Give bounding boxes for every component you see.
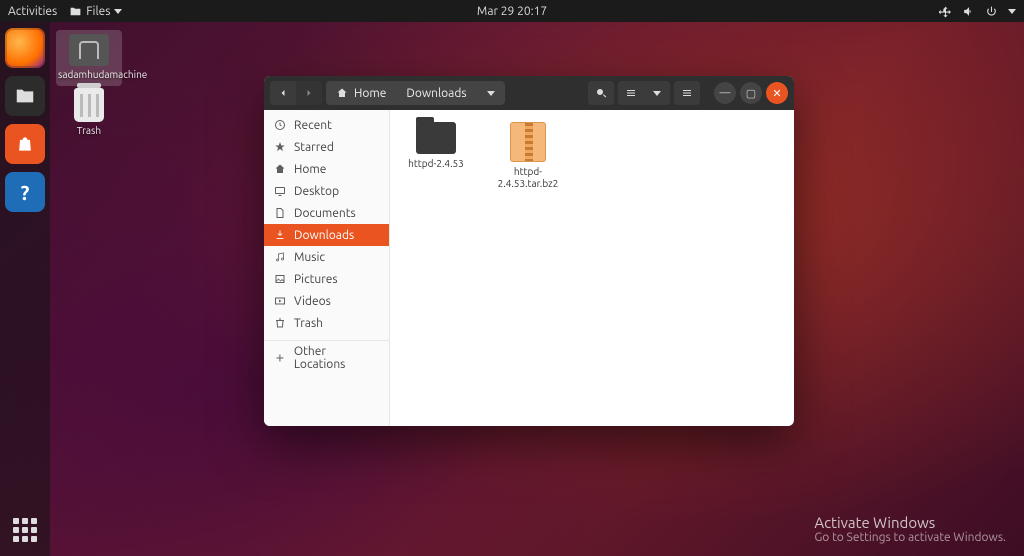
file-label: httpd-2.4.53.tar.bz2 — [496, 166, 560, 190]
sidebar-item-label: Videos — [294, 295, 331, 308]
view-list-button[interactable] — [618, 81, 644, 105]
power-icon — [985, 5, 998, 18]
sidebar-item-starred[interactable]: Starred — [264, 136, 389, 158]
sidebar-item-label: Starred — [294, 141, 334, 154]
desktop-icon — [274, 185, 286, 197]
sidebar-item-downloads[interactable]: Downloads — [264, 224, 389, 246]
app-menu[interactable]: Files — [69, 5, 122, 18]
sidebar-item-label: Recent — [294, 119, 332, 132]
files-window: Home Downloads — ▢ ✕ Recent Starred Home… — [264, 76, 794, 426]
folder-icon — [416, 122, 456, 154]
window-minimize-button[interactable]: — — [714, 82, 736, 104]
sidebar-item-label: Downloads — [294, 229, 354, 242]
breadcrumb-current[interactable]: Downloads — [396, 81, 476, 105]
dock-software[interactable] — [5, 124, 45, 164]
plus-icon — [274, 352, 286, 364]
trash-icon — [274, 317, 286, 329]
chevron-down-icon — [653, 91, 661, 96]
sidebar-item-desktop[interactable]: Desktop — [264, 180, 389, 202]
dock-firefox[interactable] — [5, 28, 45, 68]
sidebar-item-home[interactable]: Home — [264, 158, 389, 180]
star-icon — [274, 141, 286, 153]
volume-icon — [962, 5, 975, 18]
file-item-folder[interactable]: httpd-2.4.53 — [404, 122, 468, 170]
sidebar-item-recent[interactable]: Recent — [264, 114, 389, 136]
document-icon — [274, 207, 286, 219]
clock-icon — [274, 119, 286, 131]
file-item-archive[interactable]: httpd-2.4.53.tar.bz2 — [496, 122, 560, 190]
top-panel: Activities Files Mar 29 20:17 — [0, 0, 1024, 22]
desktop-icon-home[interactable]: sadamhudamachine — [56, 30, 122, 86]
show-applications-button[interactable] — [13, 518, 37, 542]
bag-icon — [15, 134, 35, 154]
dock-files[interactable] — [5, 76, 45, 116]
folder-icon — [14, 85, 36, 107]
window-maximize-button[interactable]: ▢ — [740, 82, 762, 104]
archive-icon — [510, 122, 546, 162]
search-button[interactable] — [588, 81, 614, 105]
home-icon — [274, 163, 286, 175]
desktop-icon-label: sadamhudamachine — [58, 69, 120, 80]
menu-icon — [681, 87, 693, 99]
window-close-button[interactable]: ✕ — [766, 82, 788, 104]
watermark-title: Activate Windows — [814, 514, 1006, 531]
home-folder-icon — [69, 34, 109, 66]
network-icon — [939, 5, 952, 18]
nav-forward-button[interactable] — [296, 81, 322, 105]
sidebar-item-music[interactable]: Music — [264, 246, 389, 268]
music-icon — [274, 251, 286, 263]
file-view[interactable]: httpd-2.4.53 httpd-2.4.53.tar.bz2 — [390, 110, 794, 426]
trash-icon — [74, 88, 104, 122]
video-icon — [274, 295, 286, 307]
home-icon — [336, 87, 348, 99]
list-icon — [625, 87, 637, 99]
sidebar-item-other-locations[interactable]: Other Locations — [264, 347, 389, 369]
window-headerbar: Home Downloads — ▢ ✕ — [264, 76, 794, 110]
clock[interactable]: Mar 29 20:17 — [477, 5, 547, 18]
download-icon — [274, 229, 286, 241]
sidebar-item-label: Pictures — [294, 273, 338, 286]
app-menu-label: Files — [86, 5, 110, 18]
sidebar-item-documents[interactable]: Documents — [264, 202, 389, 224]
places-sidebar: Recent Starred Home Desktop Documents Do… — [264, 110, 390, 426]
sidebar-item-label: Home — [294, 163, 326, 176]
search-icon — [595, 87, 607, 99]
nav-back-button[interactable] — [270, 81, 296, 105]
sidebar-item-trash[interactable]: Trash — [264, 312, 389, 334]
picture-icon — [274, 273, 286, 285]
sidebar-item-label: Trash — [294, 317, 323, 330]
watermark-subtitle: Go to Settings to activate Windows. — [814, 531, 1006, 544]
sidebar-item-label: Music — [294, 251, 325, 264]
dock: ? — [0, 22, 50, 556]
sidebar-item-label: Other Locations — [294, 345, 379, 371]
sidebar-item-videos[interactable]: Videos — [264, 290, 389, 312]
files-icon — [69, 5, 82, 18]
desktop-icon-label: Trash — [56, 125, 122, 136]
dock-help[interactable]: ? — [5, 172, 45, 212]
sidebar-item-pictures[interactable]: Pictures — [264, 268, 389, 290]
activation-watermark: Activate Windows Go to Settings to activ… — [814, 514, 1006, 544]
hamburger-menu-button[interactable] — [674, 81, 700, 105]
path-menu-button[interactable] — [477, 81, 505, 105]
activities-button[interactable]: Activities — [8, 5, 57, 18]
sidebar-separator — [264, 340, 389, 341]
system-status-area[interactable] — [939, 5, 1016, 18]
chevron-down-icon — [1008, 9, 1016, 14]
chevron-down-icon — [487, 91, 495, 96]
sidebar-item-label: Desktop — [294, 185, 339, 198]
breadcrumb-label: Home — [354, 87, 386, 100]
chevron-down-icon — [114, 9, 122, 14]
file-label: httpd-2.4.53 — [404, 158, 468, 170]
breadcrumb-home[interactable]: Home — [326, 81, 396, 105]
desktop-icon-trash[interactable]: Trash — [56, 88, 122, 136]
view-options-button[interactable] — [644, 81, 670, 105]
sidebar-item-label: Documents — [294, 207, 356, 220]
